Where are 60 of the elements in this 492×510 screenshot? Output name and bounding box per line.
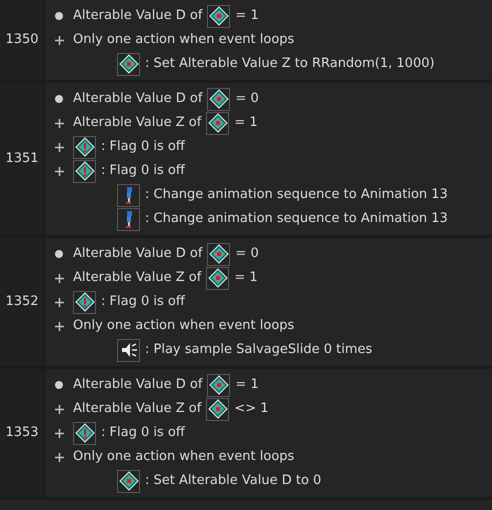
condition-text: = 0	[235, 245, 259, 264]
condition-text: Alterable Value Z of	[73, 400, 202, 418]
condition-text: : Flag 0 is off	[101, 162, 185, 180]
condition-text: <> 1	[234, 400, 269, 418]
bullet-icon	[55, 12, 63, 20]
figure-icon	[117, 184, 140, 206]
figure-icon	[117, 208, 140, 230]
action-text: : Change animation sequence to Animation 13	[145, 210, 448, 228]
action-text: : Set Alterable Value Z to RRandom(1, 1000)	[145, 55, 435, 74]
diamond-icon	[207, 88, 230, 110]
condition-text: : Flag 0 is off	[101, 424, 185, 442]
diamond-warning-icon	[73, 290, 96, 314]
plus-icon	[54, 428, 64, 438]
condition-text: Only one action when event loops	[73, 317, 294, 336]
speaker-icon	[117, 338, 140, 362]
plus-icon	[54, 452, 64, 462]
diamond-icon	[117, 52, 140, 76]
plus-icon	[54, 166, 64, 176]
plus-icon	[54, 118, 64, 128]
condition-text: Alterable Value D of	[73, 7, 202, 26]
event-number: 1353	[5, 424, 39, 442]
diamond-icon	[117, 470, 140, 492]
condition-text: Alterable Value D of	[73, 245, 202, 264]
event-number: 1352	[5, 293, 39, 312]
diamond-icon	[206, 266, 230, 290]
condition-text: Alterable Value Z of	[73, 114, 202, 132]
condition-text: = 1	[234, 114, 258, 132]
condition-text: Only one action when event loops	[73, 448, 294, 466]
plus-icon	[54, 404, 64, 414]
diamond-warning-icon	[73, 160, 96, 182]
condition-text: Alterable Value D of	[73, 376, 202, 394]
diamond-icon	[206, 112, 230, 134]
plus-icon	[54, 142, 64, 152]
bullet-icon	[55, 381, 63, 389]
plus-icon	[54, 322, 64, 330]
action-text: : Change animation sequence to Animation 13	[145, 186, 448, 204]
bullet-icon	[55, 95, 63, 103]
diamond-icon	[207, 4, 230, 28]
event-number: 1351	[5, 150, 39, 168]
condition-text: : Flag 0 is off	[101, 138, 185, 156]
condition-text: Only one action when event loops	[73, 31, 294, 50]
condition-text: = 0	[235, 90, 259, 108]
condition-text: = 1	[235, 376, 259, 394]
diamond-warning-icon	[73, 422, 96, 444]
condition-text: = 1	[234, 269, 258, 288]
action-text: : Set Alterable Value D to 0	[145, 472, 322, 490]
diamond-icon	[207, 374, 230, 396]
diamond-icon	[207, 242, 230, 266]
diamond-icon	[206, 398, 230, 420]
condition-text: Alterable Value Z of	[73, 269, 202, 288]
diamond-warning-icon	[73, 136, 96, 158]
plus-icon	[54, 36, 64, 44]
condition-text: : Flag 0 is off	[101, 293, 185, 312]
bullet-icon	[55, 250, 63, 258]
event-number: 1350	[5, 31, 39, 50]
condition-text: Alterable Value D of	[73, 90, 202, 108]
action-text: : Play sample SalvageSlide 0 times	[145, 341, 372, 360]
plus-icon	[54, 274, 64, 282]
plus-icon	[54, 298, 64, 306]
condition-text: = 1	[235, 7, 259, 26]
